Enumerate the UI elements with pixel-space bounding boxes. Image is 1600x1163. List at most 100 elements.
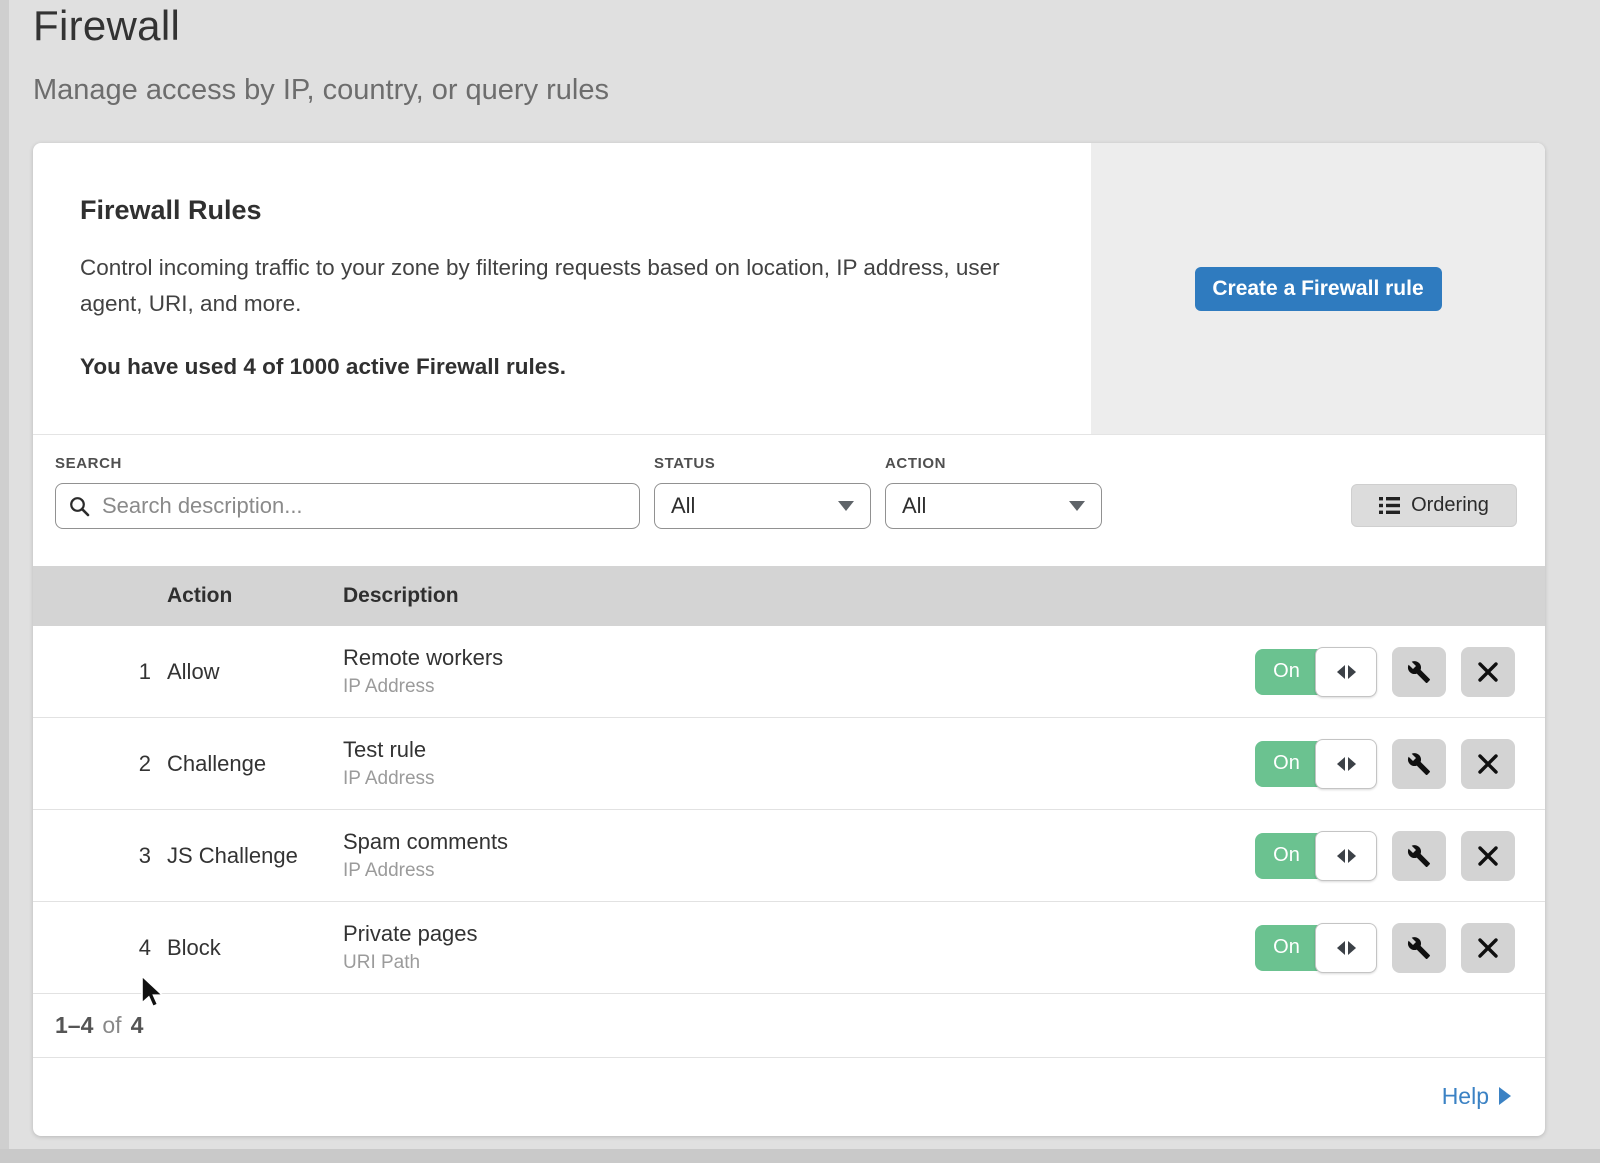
rule-description: Remote workers [343, 645, 1252, 671]
toggle-on-label: On [1255, 649, 1318, 695]
toggle-handle[interactable] [1315, 647, 1377, 697]
triangle-right-icon [1348, 665, 1356, 679]
rule-number: 4 [33, 935, 167, 961]
pagination-range: 1–4 [55, 1012, 93, 1039]
window-edge-left [0, 0, 9, 1163]
rule-number: 1 [33, 659, 167, 685]
triangle-left-icon [1337, 941, 1345, 955]
delete-rule-button[interactable] [1461, 647, 1515, 697]
list-icon [1379, 496, 1400, 515]
ordering-wrap: Ordering [1351, 455, 1517, 527]
pagination-of: of [102, 1012, 121, 1039]
status-select[interactable]: All [654, 483, 871, 529]
pagination-total: 4 [131, 1012, 144, 1039]
chevron-down-icon [838, 501, 854, 511]
table-row: 3 JS Challenge Spam comments IP Address … [33, 810, 1545, 902]
search-group: SEARCH [55, 455, 640, 529]
rule-description-cell: Spam comments IP Address [343, 829, 1252, 882]
rule-description: Spam comments [343, 829, 1252, 855]
create-firewall-rule-button[interactable]: Create a Firewall rule [1195, 267, 1442, 311]
action-select-value: All [902, 493, 926, 519]
delete-rule-button[interactable] [1461, 923, 1515, 973]
wrench-icon [1407, 844, 1431, 868]
rule-match-type: URI Path [343, 952, 1252, 974]
rule-controls: On [1252, 923, 1545, 973]
ordering-button[interactable]: Ordering [1351, 484, 1517, 527]
rule-description: Test rule [343, 737, 1252, 763]
help-row: Help [33, 1058, 1545, 1134]
page-header: Firewall Manage access by IP, country, o… [0, 0, 1600, 107]
table-row: 1 Allow Remote workers IP Address On [33, 626, 1545, 718]
triangle-left-icon [1337, 849, 1345, 863]
search-label: SEARCH [55, 455, 640, 472]
triangle-right-icon [1348, 849, 1356, 863]
help-link[interactable]: Help [1442, 1083, 1511, 1110]
rule-number: 3 [33, 843, 167, 869]
triangle-right-icon [1348, 757, 1356, 771]
status-group: STATUS All [654, 455, 871, 529]
wrench-icon [1407, 936, 1431, 960]
rule-enabled-toggle[interactable]: On [1255, 831, 1377, 881]
rules-summary-info: Firewall Rules Control incoming traffic … [33, 143, 1091, 434]
rule-match-type: IP Address [343, 768, 1252, 790]
rule-action: JS Challenge [167, 843, 343, 869]
window-edge-bottom [0, 1149, 1600, 1163]
rule-match-type: IP Address [343, 860, 1252, 882]
rules-summary-aside: Create a Firewall rule [1091, 143, 1545, 434]
toggle-on-label: On [1255, 833, 1318, 879]
table-row: 2 Challenge Test rule IP Address On [33, 718, 1545, 810]
delete-rule-button[interactable] [1461, 831, 1515, 881]
table-header-action: Action [167, 584, 343, 608]
filters-bar: SEARCH STATUS All ACTION All [33, 435, 1545, 566]
edit-rule-button[interactable] [1392, 739, 1446, 789]
table-header-description: Description [343, 584, 1252, 608]
rule-enabled-toggle[interactable]: On [1255, 923, 1377, 973]
close-icon [1477, 661, 1499, 683]
rule-description: Private pages [343, 921, 1252, 947]
triangle-left-icon [1337, 665, 1345, 679]
table-header: Action Description [33, 566, 1545, 626]
wrench-icon [1407, 752, 1431, 776]
status-label: STATUS [654, 455, 871, 472]
help-link-label: Help [1442, 1083, 1489, 1110]
rule-controls: On [1252, 831, 1545, 881]
rule-action: Challenge [167, 751, 343, 777]
table-row: 4 Block Private pages URI Path On [33, 902, 1545, 994]
toggle-handle[interactable] [1315, 923, 1377, 973]
action-group: ACTION All [885, 455, 1102, 529]
close-icon [1477, 937, 1499, 959]
edit-rule-button[interactable] [1392, 831, 1446, 881]
toggle-handle[interactable] [1315, 739, 1377, 789]
close-icon [1477, 753, 1499, 775]
search-input[interactable] [56, 484, 639, 528]
status-select-value: All [671, 493, 695, 519]
search-box [55, 483, 640, 529]
toggle-handle[interactable] [1315, 831, 1377, 881]
firewall-rules-card: Firewall Rules Control incoming traffic … [33, 143, 1545, 1136]
action-select[interactable]: All [885, 483, 1102, 529]
rule-controls: On [1252, 739, 1545, 789]
rules-description: Control incoming traffic to your zone by… [80, 250, 1025, 322]
rule-match-type: IP Address [343, 676, 1252, 698]
chevron-down-icon [1069, 501, 1085, 511]
pagination-bar: 1–4 of 4 [33, 994, 1545, 1058]
rules-summary-section: Firewall Rules Control incoming traffic … [33, 143, 1545, 435]
edit-rule-button[interactable] [1392, 647, 1446, 697]
rule-action: Allow [167, 659, 343, 685]
rule-enabled-toggle[interactable]: On [1255, 647, 1377, 697]
triangle-right-icon [1348, 941, 1356, 955]
rules-heading: Firewall Rules [80, 195, 1031, 226]
ordering-button-label: Ordering [1411, 494, 1489, 517]
wrench-icon [1407, 660, 1431, 684]
toggle-on-label: On [1255, 925, 1318, 971]
rule-description-cell: Remote workers IP Address [343, 645, 1252, 698]
close-icon [1477, 845, 1499, 867]
edit-rule-button[interactable] [1392, 923, 1446, 973]
rule-enabled-toggle[interactable]: On [1255, 739, 1377, 789]
page-title: Firewall [33, 2, 1600, 50]
help-arrow-icon [1499, 1087, 1511, 1105]
rule-number: 2 [33, 751, 167, 777]
rule-controls: On [1252, 647, 1545, 697]
action-label: ACTION [885, 455, 1102, 472]
delete-rule-button[interactable] [1461, 739, 1515, 789]
